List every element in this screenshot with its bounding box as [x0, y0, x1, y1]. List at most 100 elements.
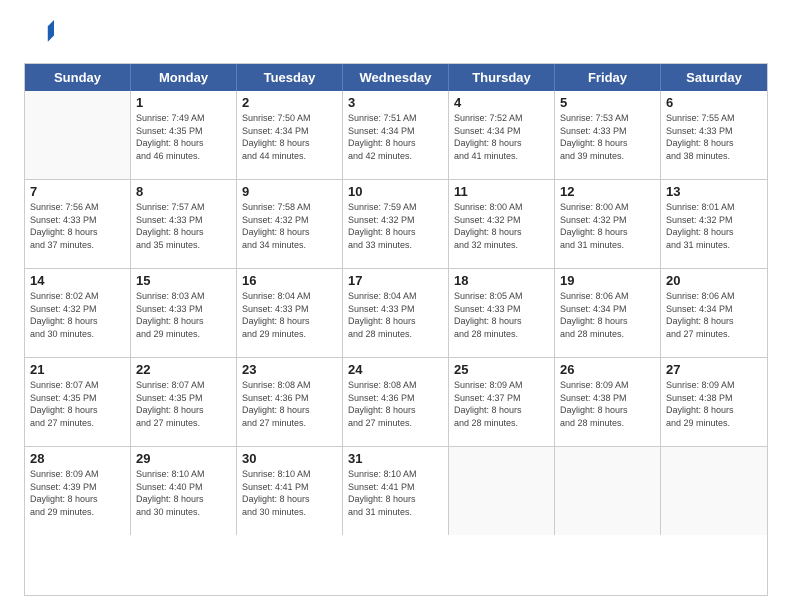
day-number: 5	[560, 95, 655, 110]
day-info: Sunrise: 7:49 AM Sunset: 4:35 PM Dayligh…	[136, 112, 231, 162]
day-number: 24	[348, 362, 443, 377]
calendar-week-2: 7Sunrise: 7:56 AM Sunset: 4:33 PM Daylig…	[25, 180, 767, 269]
calendar-cell: 12 Sunrise: 8:00 AM Sunset: 4:32 PM Dayli…	[555, 180, 661, 268]
page: SundayMondayTuesdayWednesdayThursdayFrid…	[0, 0, 792, 612]
calendar-cell: 18 Sunrise: 8:05 AM Sunset: 4:33 PM Dayli…	[449, 269, 555, 357]
day-info: Sunrise: 8:00 AM Sunset: 4:32 PM Dayligh…	[454, 201, 549, 251]
day-number: 20	[666, 273, 762, 288]
calendar-header-row: SundayMondayTuesdayWednesdayThursdayFrid…	[25, 64, 767, 91]
day-info: Sunrise: 8:02 AM Sunset: 4:32 PM Dayligh…	[30, 290, 125, 340]
day-info: Sunrise: 8:06 AM Sunset: 4:34 PM Dayligh…	[560, 290, 655, 340]
calendar-cell: 19 Sunrise: 8:06 AM Sunset: 4:34 PM Dayli…	[555, 269, 661, 357]
calendar-week-3: 14 Sunrise: 8:02 AM Sunset: 4:32 PM Dayli…	[25, 269, 767, 358]
day-info: Sunrise: 8:09 AM Sunset: 4:38 PM Dayligh…	[560, 379, 655, 429]
calendar: SundayMondayTuesdayWednesdayThursdayFrid…	[24, 63, 768, 596]
calendar-cell: 4 Sunrise: 7:52 AM Sunset: 4:34 PM Daylig…	[449, 91, 555, 179]
day-number: 22	[136, 362, 231, 377]
day-number: 23	[242, 362, 337, 377]
calendar-cell: 16 Sunrise: 8:04 AM Sunset: 4:33 PM Dayli…	[237, 269, 343, 357]
day-info: Sunrise: 8:06 AM Sunset: 4:34 PM Dayligh…	[666, 290, 762, 340]
day-info: Sunrise: 8:07 AM Sunset: 4:35 PM Dayligh…	[30, 379, 125, 429]
day-number: 18	[454, 273, 549, 288]
calendar-cell: 21 Sunrise: 8:07 AM Sunset: 4:35 PM Dayli…	[25, 358, 131, 446]
day-number: 16	[242, 273, 337, 288]
calendar-cell: 27 Sunrise: 8:09 AM Sunset: 4:38 PM Dayli…	[661, 358, 767, 446]
day-info: Sunrise: 8:04 AM Sunset: 4:33 PM Dayligh…	[348, 290, 443, 340]
calendar-cell: 9 Sunrise: 7:58 AM Sunset: 4:32 PM Daylig…	[237, 180, 343, 268]
day-number: 14	[30, 273, 125, 288]
day-info: Sunrise: 8:09 AM Sunset: 4:38 PM Dayligh…	[666, 379, 762, 429]
day-number: 21	[30, 362, 125, 377]
calendar-week-4: 21 Sunrise: 8:07 AM Sunset: 4:35 PM Dayli…	[25, 358, 767, 447]
day-info: Sunrise: 8:01 AM Sunset: 4:32 PM Dayligh…	[666, 201, 762, 251]
calendar-cell: 25 Sunrise: 8:09 AM Sunset: 4:37 PM Dayli…	[449, 358, 555, 446]
day-info: Sunrise: 8:08 AM Sunset: 4:36 PM Dayligh…	[242, 379, 337, 429]
calendar-cell: 5 Sunrise: 7:53 AM Sunset: 4:33 PM Daylig…	[555, 91, 661, 179]
calendar-cell	[661, 447, 767, 535]
day-number: 30	[242, 451, 337, 466]
calendar-cell: 28 Sunrise: 8:09 AM Sunset: 4:39 PM Dayli…	[25, 447, 131, 535]
calendar-week-5: 28 Sunrise: 8:09 AM Sunset: 4:39 PM Dayli…	[25, 447, 767, 535]
logo	[24, 20, 54, 53]
day-number: 4	[454, 95, 549, 110]
day-info: Sunrise: 8:00 AM Sunset: 4:32 PM Dayligh…	[560, 201, 655, 251]
calendar-body: 1 Sunrise: 7:49 AM Sunset: 4:35 PM Daylig…	[25, 91, 767, 535]
day-number: 28	[30, 451, 125, 466]
calendar-cell: 11 Sunrise: 8:00 AM Sunset: 4:32 PM Dayli…	[449, 180, 555, 268]
calendar-cell: 13 Sunrise: 8:01 AM Sunset: 4:32 PM Dayli…	[661, 180, 767, 268]
calendar-cell: 3 Sunrise: 7:51 AM Sunset: 4:34 PM Daylig…	[343, 91, 449, 179]
day-info: Sunrise: 8:03 AM Sunset: 4:33 PM Dayligh…	[136, 290, 231, 340]
calendar-cell: 29 Sunrise: 8:10 AM Sunset: 4:40 PM Dayli…	[131, 447, 237, 535]
day-info: Sunrise: 8:04 AM Sunset: 4:33 PM Dayligh…	[242, 290, 337, 340]
calendar-cell: 30Sunrise: 8:10 AM Sunset: 4:41 PM Dayli…	[237, 447, 343, 535]
day-number: 26	[560, 362, 655, 377]
calendar-header-saturday: Saturday	[661, 64, 767, 91]
calendar-cell: 24 Sunrise: 8:08 AM Sunset: 4:36 PM Dayli…	[343, 358, 449, 446]
day-number: 17	[348, 273, 443, 288]
day-info: Sunrise: 8:05 AM Sunset: 4:33 PM Dayligh…	[454, 290, 549, 340]
day-number: 6	[666, 95, 762, 110]
day-number: 29	[136, 451, 231, 466]
day-info: Sunrise: 7:58 AM Sunset: 4:32 PM Dayligh…	[242, 201, 337, 251]
day-number: 7	[30, 184, 125, 199]
calendar-cell: 6 Sunrise: 7:55 AM Sunset: 4:33 PM Daylig…	[661, 91, 767, 179]
day-info: Sunrise: 8:09 AM Sunset: 4:39 PM Dayligh…	[30, 468, 125, 518]
day-number: 1	[136, 95, 231, 110]
day-number: 19	[560, 273, 655, 288]
calendar-cell	[449, 447, 555, 535]
calendar-header-thursday: Thursday	[449, 64, 555, 91]
day-info: Sunrise: 7:51 AM Sunset: 4:34 PM Dayligh…	[348, 112, 443, 162]
day-number: 12	[560, 184, 655, 199]
calendar-cell: 14 Sunrise: 8:02 AM Sunset: 4:32 PM Dayli…	[25, 269, 131, 357]
day-number: 27	[666, 362, 762, 377]
calendar-cell: 10Sunrise: 7:59 AM Sunset: 4:32 PM Dayli…	[343, 180, 449, 268]
day-number: 9	[242, 184, 337, 199]
day-number: 10	[348, 184, 443, 199]
calendar-cell: 26 Sunrise: 8:09 AM Sunset: 4:38 PM Dayli…	[555, 358, 661, 446]
day-info: Sunrise: 8:08 AM Sunset: 4:36 PM Dayligh…	[348, 379, 443, 429]
calendar-header-monday: Monday	[131, 64, 237, 91]
day-number: 3	[348, 95, 443, 110]
calendar-cell: 7Sunrise: 7:56 AM Sunset: 4:33 PM Daylig…	[25, 180, 131, 268]
day-number: 15	[136, 273, 231, 288]
day-info: Sunrise: 7:52 AM Sunset: 4:34 PM Dayligh…	[454, 112, 549, 162]
day-number: 25	[454, 362, 549, 377]
day-info: Sunrise: 8:10 AM Sunset: 4:40 PM Dayligh…	[136, 468, 231, 518]
calendar-cell: 2Sunrise: 7:50 AM Sunset: 4:34 PM Daylig…	[237, 91, 343, 179]
calendar-header-tuesday: Tuesday	[237, 64, 343, 91]
day-info: Sunrise: 8:09 AM Sunset: 4:37 PM Dayligh…	[454, 379, 549, 429]
day-number: 31	[348, 451, 443, 466]
calendar-cell: 31Sunrise: 8:10 AM Sunset: 4:41 PM Dayli…	[343, 447, 449, 535]
calendar-header-sunday: Sunday	[25, 64, 131, 91]
day-number: 13	[666, 184, 762, 199]
calendar-week-1: 1 Sunrise: 7:49 AM Sunset: 4:35 PM Daylig…	[25, 91, 767, 180]
calendar-cell: 8Sunrise: 7:57 AM Sunset: 4:33 PM Daylig…	[131, 180, 237, 268]
day-info: Sunrise: 7:53 AM Sunset: 4:33 PM Dayligh…	[560, 112, 655, 162]
logo-icon	[26, 20, 54, 48]
day-info: Sunrise: 7:55 AM Sunset: 4:33 PM Dayligh…	[666, 112, 762, 162]
calendar-cell: 20 Sunrise: 8:06 AM Sunset: 4:34 PM Dayli…	[661, 269, 767, 357]
calendar-cell: 15 Sunrise: 8:03 AM Sunset: 4:33 PM Dayli…	[131, 269, 237, 357]
day-number: 11	[454, 184, 549, 199]
calendar-header-wednesday: Wednesday	[343, 64, 449, 91]
calendar-header-friday: Friday	[555, 64, 661, 91]
